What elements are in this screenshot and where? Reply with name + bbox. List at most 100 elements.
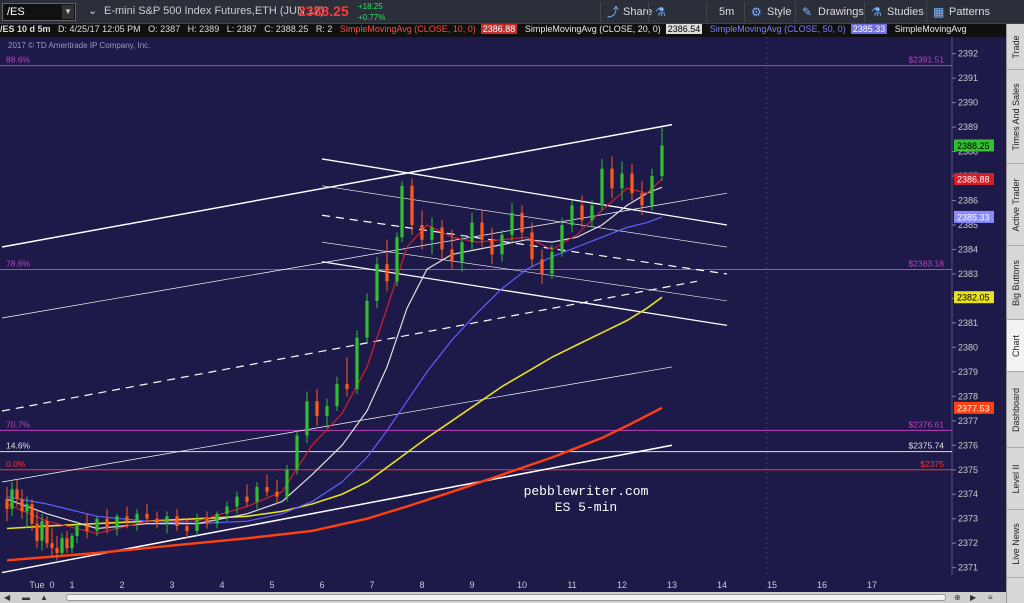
tab-trade[interactable]: Trade <box>1007 24 1024 70</box>
sma10-label[interactable]: SimpleMovingAvg (CLOSE, 10, 0) <box>340 24 476 34</box>
time-tick-label: 14 <box>717 580 727 590</box>
settings-icon[interactable]: ≡ <box>988 593 993 602</box>
time-tick-label: 3 <box>169 580 174 590</box>
tab-chart[interactable]: Chart <box>1007 320 1024 372</box>
chart-canvas[interactable]: 2017 © TD Ameritrade IP Company, Inc.237… <box>0 37 1006 593</box>
fib-level-percent: 0.0% <box>6 459 26 469</box>
zoom-icon[interactable]: ⊕ <box>954 593 961 602</box>
price-tick-label: 2378 <box>958 391 978 401</box>
candle-body <box>35 523 39 541</box>
sma-more-label[interactable]: SimpleMovingAvg <box>895 24 967 34</box>
candle-body <box>5 499 9 509</box>
candle-body <box>185 526 189 531</box>
patterns-label: Patterns <box>949 6 990 18</box>
studies-button[interactable]: ⚗ Studies <box>864 2 930 22</box>
candle-body <box>640 193 644 206</box>
candle-body <box>55 548 59 553</box>
copyright-text: 2017 © TD Ameritrade IP Company, Inc. <box>8 41 150 50</box>
time-tick-label: 8 <box>419 580 424 590</box>
candle-body <box>15 489 19 500</box>
candle-body <box>225 506 229 514</box>
tab-chart-label: Chart <box>1011 334 1021 357</box>
candle-body <box>510 212 514 235</box>
tab-times-and-sales[interactable]: Times And Sales <box>1007 70 1024 164</box>
fib-level-percent: 14.6% <box>6 441 31 451</box>
candle-body <box>205 518 209 524</box>
candle-body <box>375 264 379 301</box>
tab-big-buttons[interactable]: Big Buttons <box>1007 246 1024 320</box>
time-tick-label: 9 <box>469 580 474 590</box>
tab-level-ii[interactable]: Level II <box>1007 448 1024 510</box>
tab-active-trader[interactable]: Active Trader <box>1007 164 1024 246</box>
style-button[interactable]: ⚙ Style <box>744 2 797 22</box>
tab-dashboard-label: Dashboard <box>1011 387 1021 432</box>
sma20-label[interactable]: SimpleMovingAvg (CLOSE, 20, 0) <box>525 24 661 34</box>
candle-body <box>630 173 634 194</box>
candle-body <box>10 489 14 509</box>
price-axis-panel <box>952 37 1006 593</box>
time-tick-label: 2 <box>119 580 124 590</box>
time-tick-label: 5 <box>269 580 274 590</box>
timeframe-button[interactable]: 5m <box>706 2 740 22</box>
zoom-out-icon[interactable]: ▬ <box>22 593 30 602</box>
pencil-icon: ✎ <box>802 5 813 19</box>
bar-open: O: 2387 <box>148 24 181 34</box>
studies-label: Studies <box>887 6 924 18</box>
candle-body <box>255 486 259 502</box>
price-badge-label: 2382.05 <box>957 293 990 303</box>
candle-body <box>235 496 239 507</box>
candle-body <box>175 516 179 527</box>
tab-big-buttons-label: Big Buttons <box>1011 259 1021 306</box>
price-badge-label: 2388.25 <box>957 141 990 151</box>
price-tick-label: 2390 <box>958 98 978 108</box>
tab-live-news[interactable]: Live News <box>1007 510 1024 578</box>
price-chart[interactable]: 2017 © TD Ameritrade IP Company, Inc. 237… <box>0 37 1006 593</box>
candle-body <box>105 518 109 529</box>
candle-body <box>480 222 484 240</box>
flask-icon: ⚗ <box>871 5 882 19</box>
price-tick-label: 2375 <box>958 465 978 475</box>
candle-body <box>590 205 594 221</box>
fib-level-percent: 78.6% <box>6 259 31 269</box>
time-tick-label: 6 <box>319 580 324 590</box>
scroll-left-icon[interactable]: ◀ <box>4 593 10 602</box>
candle-body <box>420 225 424 240</box>
time-tick-label: 15 <box>767 580 777 590</box>
chevron-down-icon[interactable]: ⌄ <box>88 4 97 17</box>
candle-body <box>215 513 219 524</box>
candle-body <box>400 185 404 238</box>
candle-body <box>135 513 139 522</box>
candle-body <box>620 173 624 189</box>
candle-body <box>165 516 169 524</box>
candle-body <box>115 516 119 529</box>
time-scrollbar[interactable]: ◀ ▬ ▲ ⊕ ▶ ≡ <box>0 592 1006 603</box>
candle-body <box>315 401 319 416</box>
net-change: +18.25 +0.77% <box>358 1 385 23</box>
flask-button[interactable]: ⚗ <box>648 2 673 22</box>
time-tick-label: 10 <box>517 580 527 590</box>
price-tick-label: 2377 <box>958 416 978 426</box>
drawings-button[interactable]: ✎ Drawings <box>795 2 870 22</box>
time-tick-label: 12 <box>617 580 627 590</box>
tab-dashboard[interactable]: Dashboard <box>1007 372 1024 448</box>
candle-body <box>45 521 49 544</box>
candle-body <box>335 384 339 407</box>
sma50-label[interactable]: SimpleMovingAvg (CLOSE, 50, 0) <box>710 24 846 34</box>
candle-body <box>85 526 89 531</box>
candle-body <box>660 145 664 177</box>
price-badge-label: 2377.53 <box>957 403 990 413</box>
candle-body <box>490 239 494 255</box>
timeframe-label: 5m <box>719 6 735 18</box>
sma20-value: 2386.54 <box>665 24 703 34</box>
chevron-down-icon[interactable]: ▼ <box>62 5 74 19</box>
candle-body <box>450 249 454 262</box>
share-icon: ⤴ <box>607 5 620 19</box>
symbol-input[interactable]: /ES ▼ <box>2 3 76 21</box>
watermark-site: pebblewriter.com <box>524 484 649 499</box>
zoom-in-icon[interactable]: ▲ <box>40 593 48 602</box>
price-tick-label: 2391 <box>958 73 978 83</box>
fib-level-price: $2375.74 <box>909 441 945 451</box>
scroll-right-icon[interactable]: ▶ <box>970 593 976 602</box>
scroll-thumb[interactable] <box>66 594 946 601</box>
patterns-button[interactable]: ▦ Patterns <box>926 2 996 22</box>
